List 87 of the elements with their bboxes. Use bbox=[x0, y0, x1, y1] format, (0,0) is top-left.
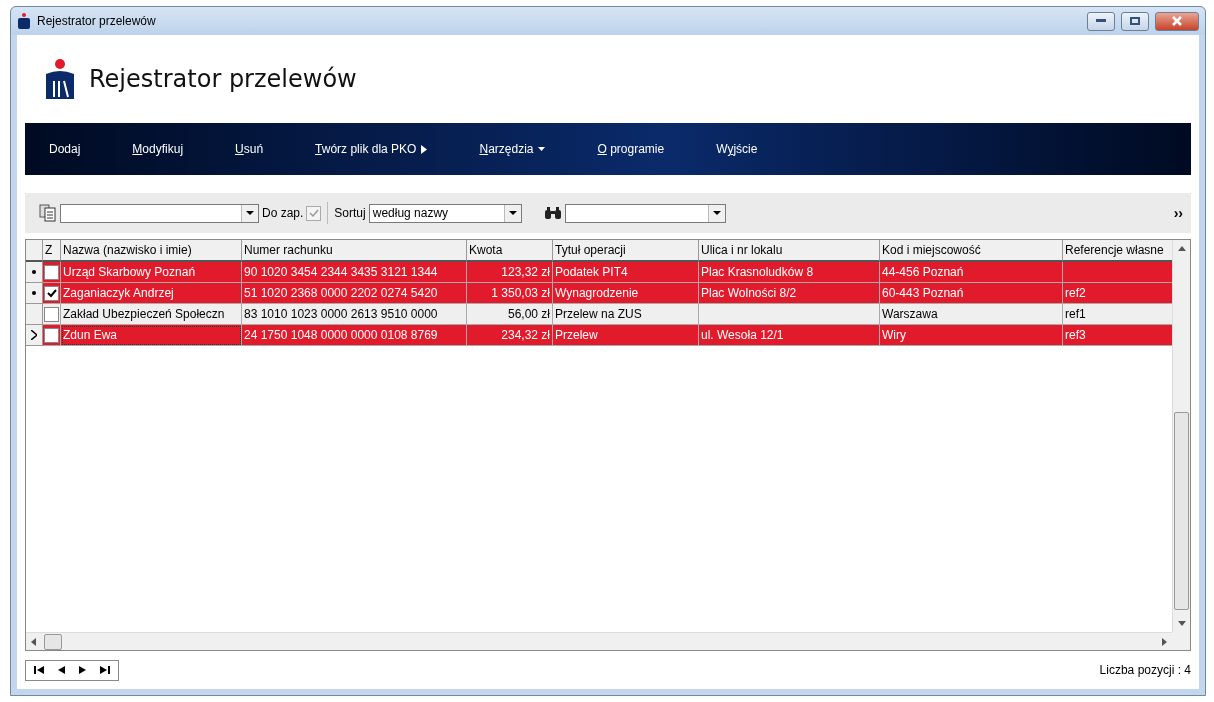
close-button[interactable] bbox=[1155, 11, 1199, 31]
scroll-thumb[interactable] bbox=[44, 634, 62, 650]
scroll-left-icon[interactable] bbox=[31, 638, 36, 646]
column-header[interactable]: Tytuł operacji bbox=[553, 240, 699, 262]
table-cell: Wynagrodzenie bbox=[553, 283, 699, 304]
binoculars-icon[interactable] bbox=[543, 206, 562, 220]
dot-icon bbox=[32, 291, 36, 295]
row-indicator[interactable] bbox=[26, 283, 43, 304]
menu-item[interactable]: O programie bbox=[597, 142, 665, 156]
table-cell: ref1 bbox=[1063, 304, 1172, 325]
table-cell: Zaganiaczyk Andrzej bbox=[61, 283, 242, 304]
table-cell: ref2 bbox=[1063, 283, 1172, 304]
menu-item[interactable]: Narzędzia bbox=[479, 142, 546, 156]
dropdown-arrow-icon bbox=[712, 211, 721, 215]
table-cell: Warszawa bbox=[880, 304, 1063, 325]
column-header[interactable]: Kod i miejscowość bbox=[880, 240, 1063, 262]
first-icon[interactable] bbox=[34, 665, 44, 675]
menu-item[interactable]: Twórz plik dla PKO bbox=[315, 142, 428, 156]
do-zap-checkbox[interactable] bbox=[306, 205, 322, 221]
table-cell: Podatek PIT4 bbox=[553, 262, 699, 283]
column-header[interactable]: Z bbox=[43, 240, 61, 262]
table-cell: 51 1020 2368 0000 2202 0274 5420 bbox=[242, 283, 467, 304]
table-cell: ul. Wesoła 12/1 bbox=[699, 325, 880, 346]
table-cell: 90 1020 3454 2344 3435 3121 1344 bbox=[242, 262, 467, 283]
row-indicator[interactable] bbox=[26, 325, 43, 346]
table-cell: 234,32 zł bbox=[467, 325, 553, 346]
row-indicator[interactable] bbox=[26, 262, 43, 283]
table-cell: Zdun Ewa bbox=[61, 325, 242, 346]
column-header[interactable]: Nazwa (nazwisko i imie) bbox=[61, 240, 242, 262]
table-cell: ref3 bbox=[1063, 325, 1172, 346]
logo-icon bbox=[45, 59, 75, 99]
table-cell: 44-456 Poznań bbox=[880, 262, 1063, 283]
checkmark-icon bbox=[46, 288, 57, 298]
do-zap-label: Do zap. bbox=[262, 206, 304, 220]
sort-label: Sortuj bbox=[334, 206, 366, 220]
dropdown-arrow-icon bbox=[246, 211, 254, 215]
table-cell: Przelew na ZUS bbox=[553, 304, 699, 325]
table-cell: 123,32 zł bbox=[467, 262, 553, 283]
minimize-icon bbox=[1096, 19, 1106, 23]
maximize-icon bbox=[1130, 17, 1140, 25]
table-cell: Plac Krasnoludków 8 bbox=[699, 262, 880, 283]
scroll-up-icon[interactable] bbox=[1178, 246, 1186, 251]
scroll-right-icon[interactable] bbox=[1162, 638, 1167, 646]
more-button[interactable]: ›› bbox=[1173, 205, 1183, 221]
dropdown-arrow-icon bbox=[508, 211, 517, 215]
row-pointer-icon bbox=[31, 330, 37, 340]
column-header[interactable]: Ulica i nr lokalu bbox=[699, 240, 880, 262]
dot-icon bbox=[32, 270, 36, 274]
table-cell: 56,00 zł bbox=[467, 304, 553, 325]
table-cell: Plac Wolności 8/2 bbox=[699, 283, 880, 304]
checkmark-icon bbox=[308, 208, 319, 218]
column-header[interactable]: Numer rachunku bbox=[242, 240, 467, 262]
vertical-scrollbar[interactable] bbox=[1172, 240, 1190, 632]
table-cell: 60-443 Poznań bbox=[880, 283, 1063, 304]
close-icon bbox=[1171, 16, 1183, 26]
submenu-arrow-icon bbox=[421, 144, 428, 154]
caret-icon bbox=[538, 147, 546, 151]
menu-item[interactable]: Usuń bbox=[235, 142, 264, 156]
table-cell: Wiry bbox=[880, 325, 1063, 346]
menu-item[interactable]: Modyfikuj bbox=[132, 142, 184, 156]
header-corner bbox=[26, 240, 43, 262]
table-cell: 24 1750 1048 0000 0000 0108 8769 bbox=[242, 325, 467, 346]
sort-select[interactable]: według nazwy bbox=[368, 203, 522, 223]
menu-item[interactable]: Dodaj bbox=[49, 142, 81, 156]
minimize-button[interactable] bbox=[1087, 11, 1115, 31]
maximize-button[interactable] bbox=[1121, 11, 1149, 31]
previous-icon[interactable] bbox=[56, 665, 66, 675]
app-icon bbox=[17, 13, 31, 29]
column-header[interactable]: Kwota bbox=[467, 240, 553, 262]
table-cell: Zakład Ubezpieczeń Społeczn bbox=[61, 304, 242, 325]
filter-combo[interactable] bbox=[60, 203, 259, 223]
last-icon[interactable] bbox=[100, 665, 110, 675]
table-cell: 1 350,03 zł bbox=[467, 283, 553, 304]
search-combo[interactable] bbox=[564, 203, 726, 223]
item-count: Liczba pozycji : 4 bbox=[1099, 663, 1191, 677]
horizontal-scrollbar[interactable] bbox=[26, 632, 1172, 650]
scroll-down-icon[interactable] bbox=[1178, 621, 1186, 626]
app-title: Rejestrator przelewów bbox=[89, 65, 357, 93]
next-icon[interactable] bbox=[78, 665, 88, 675]
column-header[interactable]: Referencje własne bbox=[1063, 240, 1172, 262]
documents-icon[interactable] bbox=[39, 204, 57, 222]
table-cell: 83 1010 1023 0000 2613 9510 0000 bbox=[242, 304, 467, 325]
menu-item[interactable]: Wyjście bbox=[716, 142, 758, 156]
window-title: Rejestrator przelewów bbox=[37, 14, 157, 28]
table-cell: Urząd Skarbowy Poznań bbox=[61, 262, 242, 283]
scroll-thumb[interactable] bbox=[1174, 412, 1189, 610]
table-cell: Przelew bbox=[553, 325, 699, 346]
